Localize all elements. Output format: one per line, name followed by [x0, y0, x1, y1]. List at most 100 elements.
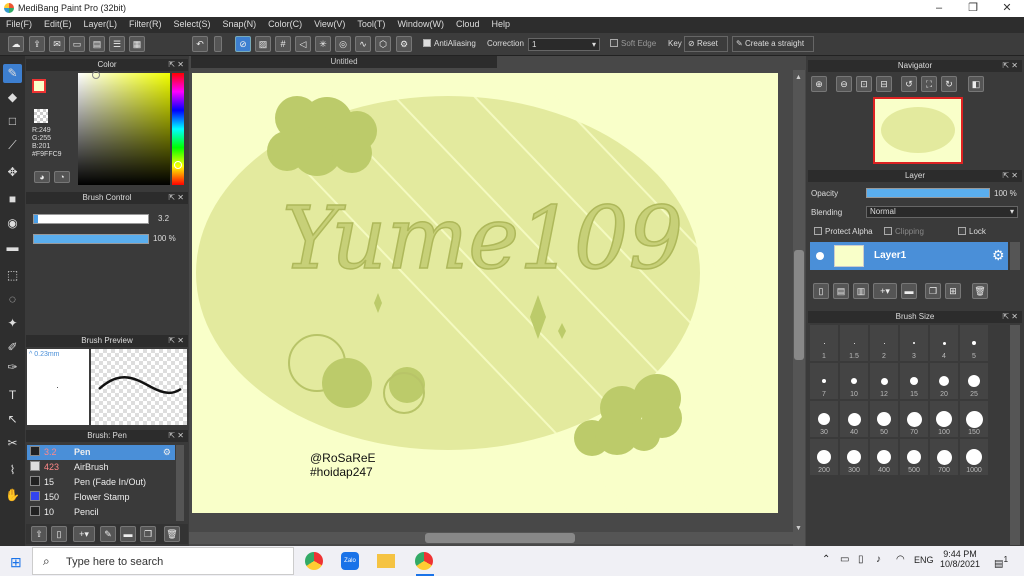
add-layer-menu-icon[interactable]: +▾ — [873, 283, 897, 299]
menu-filter[interactable]: Filter(R) — [123, 17, 168, 29]
dot-tool-icon[interactable]: □ — [3, 112, 22, 131]
brush-size-scrollbar[interactable] — [1010, 325, 1020, 545]
brush-size-cell[interactable]: 10 — [840, 363, 868, 399]
brush-size-cell[interactable]: 200 — [810, 439, 838, 475]
rotate-right-icon[interactable]: ↻ — [941, 76, 957, 92]
folder-icon[interactable]: ▬ — [120, 526, 136, 542]
panel-close-icon[interactable]: ⇱ ✕ — [168, 59, 184, 71]
gear-icon[interactable]: ⚙ — [163, 445, 171, 460]
maximize-icon[interactable]: ❐ — [956, 0, 990, 17]
gear-icon[interactable]: ⚙ — [992, 247, 1005, 264]
transparent-swatch[interactable] — [34, 109, 48, 123]
menu-cloud[interactable]: Cloud — [450, 17, 486, 29]
edit-brush-icon[interactable]: ✎ — [100, 526, 116, 542]
brush-size-cell[interactable]: 12 — [870, 363, 898, 399]
share-icon[interactable]: ⇪ — [29, 36, 45, 52]
fullscreen-icon[interactable]: ⛶ — [921, 76, 937, 92]
document-canvas[interactable]: Yume109 @RoSaReE #hoidap247 — [192, 73, 778, 513]
panel-close-icon[interactable]: ⇱ ✕ — [168, 335, 184, 347]
search-box[interactable]: ⌕ Type here to search — [32, 547, 294, 575]
zoom-in-icon[interactable]: ⊕ — [811, 76, 827, 92]
new-halftone-layer-icon[interactable]: ▤ — [833, 283, 849, 299]
shape-tool-icon[interactable]: ■ — [3, 190, 22, 209]
clock[interactable]: 9:44 PM 10/8/2021 — [940, 549, 980, 569]
zalo-icon[interactable]: Zalo — [341, 552, 359, 570]
tray-chevron-icon[interactable]: ⌃ — [822, 554, 830, 565]
delete-layer-icon[interactable]: 🗑 — [972, 283, 988, 299]
upload-icon[interactable]: ⇧ — [31, 526, 47, 542]
snap-off-icon[interactable]: ⊘ — [235, 36, 251, 52]
scroll-up-icon[interactable]: ▲ — [795, 74, 802, 81]
select-eraser-icon[interactable]: ✑ — [3, 358, 22, 377]
canvas-vscroll-thumb[interactable] — [794, 250, 804, 360]
blending-select[interactable]: Normal ▾ — [866, 206, 1018, 218]
snap-circle-icon[interactable]: ◎ — [335, 36, 351, 52]
lasso-tool-icon[interactable]: ◌ — [3, 290, 22, 309]
snap-polygon-icon[interactable]: ⬡ — [375, 36, 391, 52]
snap-perspective-icon[interactable]: ◁ — [295, 36, 311, 52]
menu-help[interactable]: Help — [485, 17, 516, 29]
brush-size-cell[interactable]: 100 — [930, 401, 958, 437]
document-tab[interactable]: Untitled — [191, 56, 497, 68]
line-tool-icon[interactable]: ⟋ — [3, 136, 22, 155]
brush-item-pencil[interactable]: 10 Pencil — [27, 505, 175, 520]
menu-edit[interactable]: Edit(E) — [38, 17, 78, 29]
layer-row[interactable]: Layer1 ⚙ — [810, 242, 1008, 270]
clipping-checkbox[interactable]: Clipping — [884, 227, 924, 236]
menu-view[interactable]: View(V) — [308, 17, 351, 29]
brush-size-cell[interactable]: 7 — [810, 363, 838, 399]
brush-size-cell[interactable]: 50 — [870, 401, 898, 437]
fill-tool-icon[interactable]: ◉ — [3, 214, 22, 233]
brush-item-flower-stamp[interactable]: 150 Flower Stamp — [27, 490, 175, 505]
panel-close-icon[interactable]: ⇱ ✕ — [168, 430, 184, 442]
menu-color[interactable]: Color(C) — [262, 17, 308, 29]
wifi-icon[interactable]: ◠ — [896, 554, 905, 565]
operation-tool-icon[interactable]: ↖ — [3, 410, 22, 429]
canvas-hscroll[interactable] — [189, 532, 793, 544]
new-8bit-layer-icon[interactable]: ▥ — [853, 283, 869, 299]
gradient-tool-icon[interactable]: ▬ — [3, 238, 22, 257]
foreground-color-swatch[interactable] — [32, 79, 46, 93]
undo-icon[interactable]: ↶ — [192, 36, 208, 52]
divide-tool-icon[interactable]: ✂ — [3, 434, 22, 453]
brush-size-cell[interactable]: 40 — [840, 401, 868, 437]
brush-size-cell[interactable]: 1000 — [960, 439, 988, 475]
duplicate-icon[interactable]: ❐ — [140, 526, 156, 542]
snap-settings-icon[interactable]: ⚙ — [396, 36, 412, 52]
lock-checkbox[interactable]: Lock — [958, 227, 986, 236]
eyedropper-icon[interactable]: ⌇ — [3, 461, 22, 480]
menu-snap[interactable]: Snap(N) — [217, 17, 263, 29]
eyedrop-small-icon[interactable]: ◔ — [54, 171, 70, 183]
list-icon[interactable]: ☰ — [109, 36, 125, 52]
new-layer-icon[interactable]: ▯ — [813, 283, 829, 299]
brush-item-pen-fade[interactable]: 15 Pen (Fade In/Out) — [27, 475, 175, 490]
chrome-icon[interactable] — [305, 552, 323, 570]
scroll-down-icon[interactable]: ▼ — [795, 525, 802, 532]
panel-close-icon[interactable]: ⇱ ✕ — [1002, 60, 1018, 72]
antialiasing-checkbox[interactable]: AntiAliasing — [423, 39, 476, 48]
trash-icon[interactable]: 🗑 — [164, 526, 180, 542]
brush-size-cell[interactable]: 25 — [960, 363, 988, 399]
volume-icon[interactable]: ♪ — [876, 554, 881, 565]
magic-wand-icon[interactable]: ✦ — [3, 314, 22, 333]
medibang-taskbar-icon[interactable] — [415, 552, 433, 570]
navigator-thumbnail[interactable] — [873, 97, 963, 164]
panel-close-icon[interactable]: ⇱ ✕ — [168, 192, 184, 204]
menu-select[interactable]: Select(S) — [168, 17, 217, 29]
hand-tool-icon[interactable]: ✋ — [3, 486, 22, 505]
canvas-hscroll-thumb[interactable] — [425, 533, 575, 543]
layer-opacity-slider[interactable] — [866, 188, 990, 198]
brush-size-cell[interactable]: 1.5 — [840, 325, 868, 361]
panel-close-icon[interactable]: ⇱ ✕ — [1002, 311, 1018, 323]
close-icon[interactable]: ✕ — [990, 0, 1024, 17]
notification-icon[interactable]: ▤1 — [994, 554, 1008, 569]
brush-size-cell[interactable]: 70 — [900, 401, 928, 437]
select-tool-icon[interactable]: ⬚ — [3, 266, 22, 285]
language-indicator[interactable]: ENG — [914, 555, 934, 565]
saturation-value-picker[interactable] — [78, 73, 170, 185]
menu-tool[interactable]: Tool(T) — [351, 17, 391, 29]
fit-icon[interactable]: ⊡ — [856, 76, 872, 92]
comment-icon[interactable]: ✉ — [49, 36, 65, 52]
snap-grid-icon[interactable]: # — [275, 36, 291, 52]
brush-size-cell[interactable]: 5 — [960, 325, 988, 361]
